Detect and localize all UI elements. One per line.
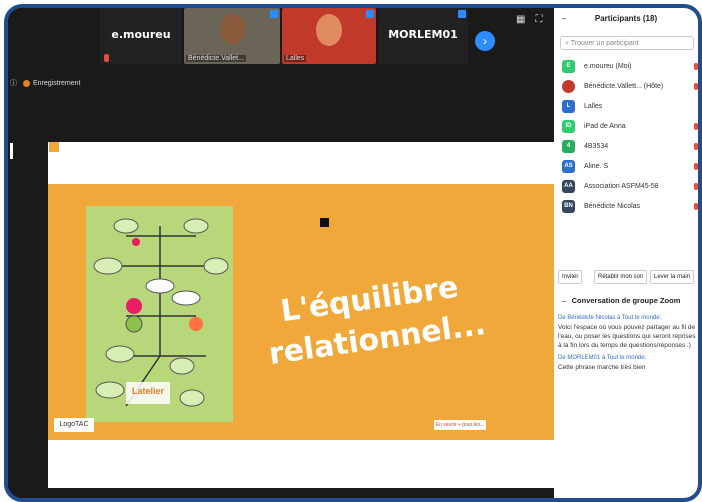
participant-name: 4B3534 (584, 143, 609, 150)
minimize-icon[interactable]: – (562, 8, 566, 30)
muted-mic-icon (694, 83, 698, 90)
fullscreen-icon[interactable]: ⛶ (535, 14, 542, 25)
muted-mic-icon (694, 63, 698, 70)
video-strip: e.moureu Bénédicte.Vallet... Lalles MORL… (8, 8, 554, 68)
participant-search-input[interactable]: ⌕ Trouver un participant (560, 36, 694, 50)
participant-actions: Inviter Rétablir mon son Lever la main (558, 270, 698, 284)
avatar: 4 (562, 140, 575, 153)
participants-header: – Participants (18) (554, 8, 698, 30)
video-tile-emoureu[interactable]: e.moureu (100, 8, 182, 64)
avatar: AS (562, 160, 575, 173)
video-tile-lalles[interactable]: Lalles (282, 8, 376, 64)
view-controls: ▦ ⛶ (516, 14, 552, 25)
chat-message: Cette phrase marche très bien (558, 364, 646, 371)
person-image (316, 14, 342, 46)
participant-name: e.moureu (Moi) (584, 63, 632, 70)
participants-title: Participants (18) (594, 14, 658, 23)
participant-name: Lalles (584, 103, 603, 110)
avatar: BN (562, 200, 575, 213)
chat-sender: De Bénédicte Nicolas à Tout le monde: (558, 315, 662, 321)
muted-mic-icon (694, 163, 698, 170)
participant-row[interactable]: Bénédicte.Vallett... (Hôte) (560, 78, 698, 98)
view-icon[interactable]: ▦ (516, 14, 525, 25)
participant-row[interactable]: BN Bénédicte Nicolas (560, 198, 698, 218)
next-page-button[interactable]: › (475, 31, 495, 51)
muted-mic-icon (694, 183, 698, 190)
meeting-view: e.moureu Bénédicte.Vallet... Lalles MORL… (8, 8, 554, 498)
tile-caption: Bénédicte.Vallet... (186, 55, 246, 62)
participant-row[interactable]: AA Association ASFM45-58 (560, 178, 698, 198)
camera-icon (270, 10, 278, 18)
participant-name: Bénédicte.Vallett... (Hôte) (584, 83, 664, 90)
participant-name: Bénédicte Nicolas (584, 203, 641, 210)
cursor-marker (10, 143, 13, 159)
slide-footer-logo: LogoTAC (54, 418, 94, 432)
muted-mic-icon (694, 203, 698, 210)
participant-list: E e.moureu (Moi) Bénédicte.Vallett... (H… (560, 58, 698, 218)
window-frame: e.moureu Bénédicte.Vallet... Lalles MORL… (4, 4, 702, 502)
mindmap-image: Latelier (86, 206, 233, 422)
latelier-logo: Latelier (131, 386, 164, 396)
minimize-icon[interactable]: – (562, 296, 566, 305)
participant-row[interactable]: AS Aline. S (560, 158, 698, 178)
slide-orange-band: Latelier L'équilibre relationnel... Logo… (48, 184, 554, 440)
tile-name: MORLEM01 (388, 28, 458, 41)
chat-message: Voici l'espace où vous pouvez partager a… (558, 324, 696, 349)
recording-label: Enregistrement (33, 80, 81, 87)
info-icon[interactable]: ⓘ (10, 80, 17, 87)
muted-mic-icon (694, 123, 698, 130)
raise-hand-button[interactable]: Lever la main (650, 270, 695, 284)
search-placeholder: Trouver un participant (570, 40, 639, 47)
slide-corner-mark (49, 142, 59, 152)
avatar: AA (562, 180, 575, 193)
pointer-square (320, 218, 329, 227)
chat-header: – Conversation de groupe Zoom (554, 296, 698, 305)
record-dot-icon (23, 79, 30, 87)
participant-row[interactable]: ID iPad de Anna (560, 118, 698, 138)
chat-sender: De MORLEM01 à Tout le monde: (558, 355, 647, 361)
search-icon: ⌕ (565, 40, 569, 47)
camera-icon (458, 10, 466, 18)
participant-row[interactable]: E e.moureu (Moi) (560, 58, 698, 78)
participant-row[interactable]: 4 4B3534 (560, 138, 698, 158)
video-tile-benedicte[interactable]: Bénédicte.Vallet... (184, 8, 280, 64)
unmute-button[interactable]: Rétablir mon son (594, 270, 648, 284)
tile-name: e.moureu (111, 28, 171, 41)
participant-name: Aline. S (584, 163, 609, 170)
avatar: L (562, 100, 575, 113)
side-panel: – Participants (18) ⌕ Trouver un partici… (554, 8, 698, 498)
tile-caption: Lalles (284, 55, 307, 62)
muted-mic-icon (694, 143, 698, 150)
chat-title: Conversation de groupe Zoom (571, 296, 681, 305)
slide-footer-link: En savoir + pour les... (434, 420, 486, 430)
participant-name: Association ASFM45-58 (584, 183, 659, 190)
video-tile-morlem01[interactable]: MORLEM01 (378, 8, 468, 64)
chat-messages: De Bénédicte Nicolas à Tout le monde: Vo… (558, 314, 696, 376)
invite-button[interactable]: Inviter (558, 270, 583, 284)
shared-slide: Latelier L'équilibre relationnel... Logo… (48, 142, 554, 488)
person-image (220, 14, 246, 44)
participant-row[interactable]: L Lalles (560, 98, 698, 118)
avatar: E (562, 60, 575, 73)
participant-name: iPad de Anna (584, 123, 626, 130)
recording-indicator: ⓘ Enregistrement (10, 78, 80, 88)
avatar (562, 80, 575, 93)
avatar: ID (562, 120, 575, 133)
camera-icon (366, 10, 374, 18)
muted-mic-icon (104, 54, 109, 62)
